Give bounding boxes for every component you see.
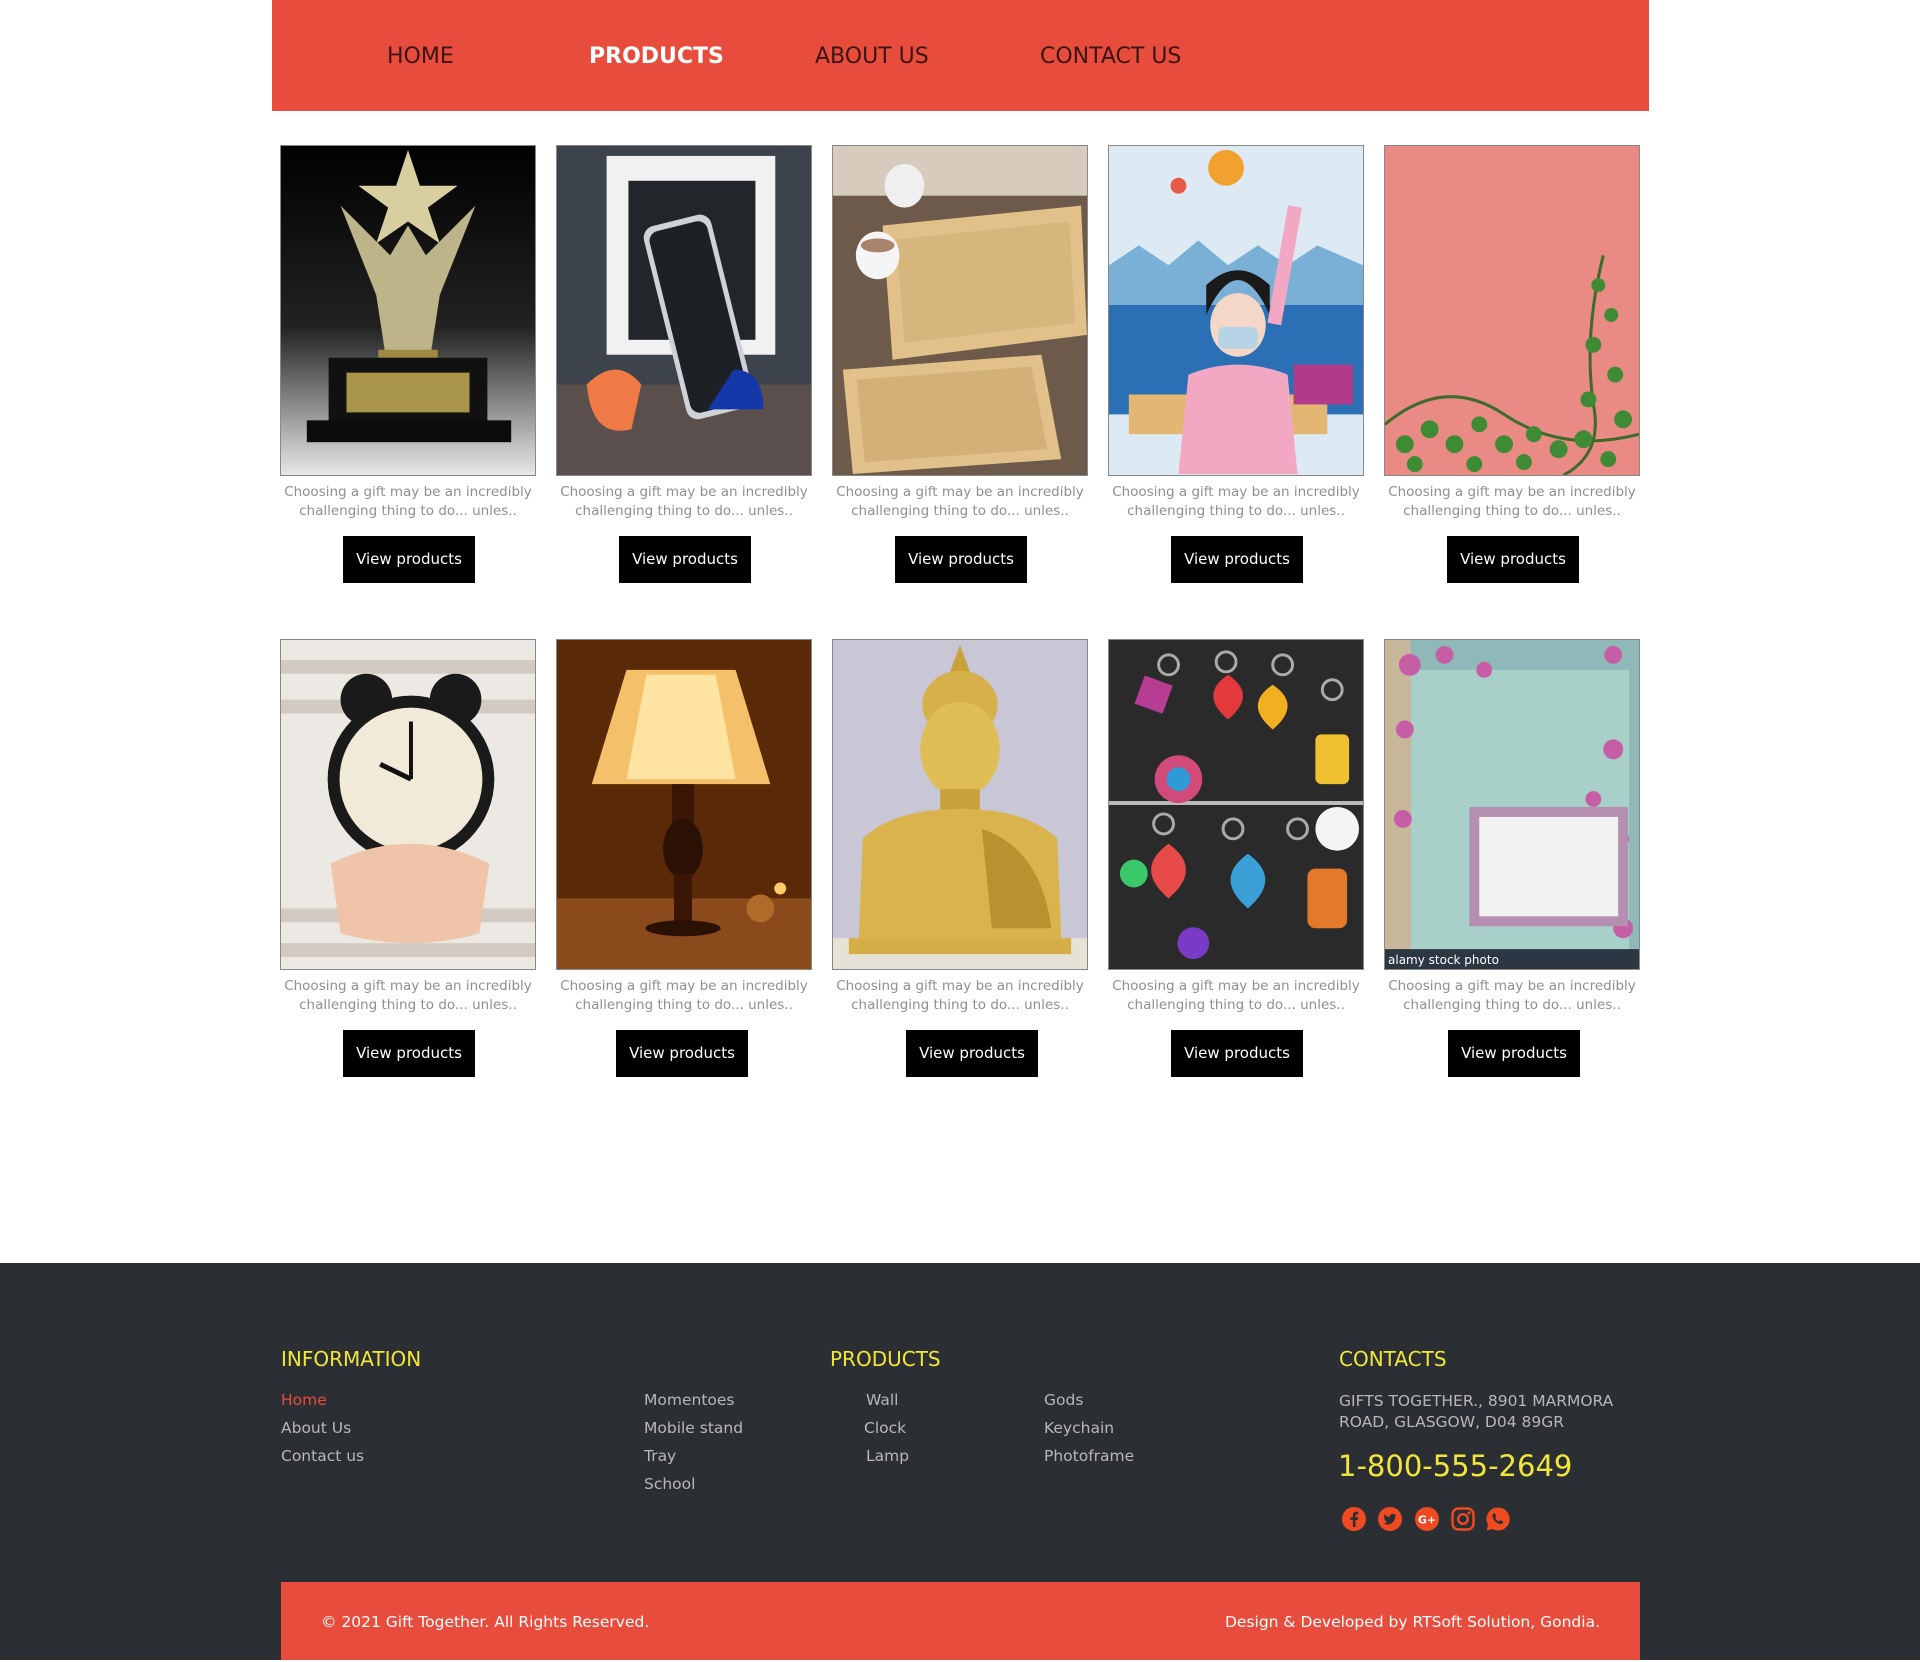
contacts-heading: CONTACTS: [1339, 1347, 1447, 1371]
view-products-button[interactable]: View products: [616, 1030, 748, 1077]
google-plus-icon[interactable]: G+: [1414, 1506, 1440, 1532]
copyright-text: © 2021 Gift Together. All Rights Reserve…: [321, 1613, 650, 1631]
nav-products[interactable]: PRODUCTS: [589, 0, 724, 111]
copyright-bar: © 2021 Gift Together. All Rights Reserve…: [281, 1582, 1640, 1660]
svg-text:G+: G+: [1418, 1514, 1436, 1527]
footer-link-school[interactable]: School: [644, 1475, 695, 1493]
nav-home[interactable]: HOME: [387, 0, 454, 111]
school-image[interactable]: [1108, 145, 1364, 476]
view-products-button[interactable]: View products: [895, 536, 1027, 583]
view-products-button[interactable]: View products: [1448, 1030, 1580, 1077]
product-card: alamy stock photo Choosing a gift may be…: [1384, 639, 1640, 1077]
product-card: Choosing a gift may be an incredibly cha…: [832, 145, 1088, 583]
product-card: Choosing a gift may be an incredibly cha…: [1108, 145, 1364, 583]
photoframe-image[interactable]: alamy stock photo: [1384, 639, 1640, 970]
footer-link-keychain[interactable]: Keychain: [1044, 1419, 1114, 1437]
footer-link-mobile-stand[interactable]: Mobile stand: [644, 1419, 743, 1437]
facebook-icon[interactable]: [1341, 1506, 1367, 1532]
product-description: Choosing a gift may be an incredibly cha…: [1388, 978, 1636, 1013]
buddha-image[interactable]: [832, 639, 1088, 970]
footer-link-lamp[interactable]: Lamp: [866, 1447, 909, 1465]
footer-link-contact-us[interactable]: Contact us: [281, 1447, 364, 1465]
product-description: Choosing a gift may be an incredibly cha…: [284, 978, 532, 1013]
twitter-icon[interactable]: [1377, 1506, 1403, 1532]
footer-link-tray[interactable]: Tray: [644, 1447, 676, 1465]
trophy-image[interactable]: [280, 145, 536, 476]
main-nav: HOME PRODUCTS ABOUT US CONTACT US: [272, 0, 1649, 111]
product-description: Choosing a gift may be an incredibly cha…: [836, 484, 1084, 519]
company-address: GIFTS TOGETHER., 8901 MARMORA ROAD, GLAS…: [1339, 1392, 1614, 1431]
lamp-image[interactable]: [556, 639, 812, 970]
view-products-button[interactable]: View products: [343, 536, 475, 583]
wall-image[interactable]: [1384, 145, 1640, 476]
product-description: Choosing a gift may be an incredibly cha…: [284, 484, 532, 519]
product-description: Choosing a gift may be an incredibly cha…: [560, 484, 808, 519]
alamy-watermark: alamy stock photo: [1388, 953, 1499, 967]
product-description: Choosing a gift may be an incredibly cha…: [1388, 484, 1636, 519]
view-products-button[interactable]: View products: [1171, 536, 1303, 583]
whatsapp-icon[interactable]: [1485, 1506, 1511, 1532]
product-card: Choosing a gift may be an incredibly cha…: [280, 145, 536, 583]
instagram-icon[interactable]: [1450, 1506, 1476, 1532]
product-card: Choosing a gift may be an incredibly cha…: [1384, 145, 1640, 583]
products-heading: PRODUCTS: [830, 1347, 941, 1371]
product-card: Choosing a gift may be an incredibly cha…: [1108, 639, 1364, 1077]
product-description: Choosing a gift may be an incredibly cha…: [560, 978, 808, 1013]
mobile-stand-image[interactable]: [556, 145, 812, 476]
keychain-image[interactable]: [1108, 639, 1364, 970]
tray-image[interactable]: [832, 145, 1088, 476]
product-card: Choosing a gift may be an incredibly cha…: [832, 639, 1088, 1077]
product-card: Choosing a gift may be an incredibly cha…: [556, 639, 812, 1077]
information-heading: INFORMATION: [281, 1347, 422, 1371]
view-products-button[interactable]: View products: [619, 536, 751, 583]
product-description: Choosing a gift may be an incredibly cha…: [836, 978, 1084, 1013]
footer-link-home[interactable]: Home: [281, 1391, 327, 1409]
phone-number[interactable]: 1-800-555-2649: [1338, 1449, 1572, 1483]
site-footer: INFORMATION Home About Us Contact us Mom…: [0, 1263, 1920, 1660]
footer-link-photoframe[interactable]: Photoframe: [1044, 1447, 1134, 1465]
view-products-button[interactable]: View products: [906, 1030, 1038, 1077]
footer-link-wall[interactable]: Wall: [866, 1391, 898, 1409]
product-card: Choosing a gift may be an incredibly cha…: [556, 145, 812, 583]
product-description: Choosing a gift may be an incredibly cha…: [1112, 978, 1360, 1013]
developer-credit: Design & Developed by RTSoft Solution, G…: [1224, 1613, 1600, 1631]
footer-link-momentoes[interactable]: Momentoes: [644, 1391, 735, 1409]
view-products-button[interactable]: View products: [1171, 1030, 1303, 1077]
clock-image[interactable]: [280, 639, 536, 970]
footer-link-clock[interactable]: Clock: [864, 1419, 906, 1437]
footer-link-gods[interactable]: Gods: [1044, 1391, 1083, 1409]
nav-about-us[interactable]: ABOUT US: [815, 0, 929, 111]
footer-link-about-us[interactable]: About Us: [281, 1419, 351, 1437]
product-card: Choosing a gift may be an incredibly cha…: [280, 639, 536, 1077]
view-products-button[interactable]: View products: [1447, 536, 1579, 583]
product-description: Choosing a gift may be an incredibly cha…: [1112, 484, 1360, 519]
nav-contact-us[interactable]: CONTACT US: [1040, 0, 1181, 111]
view-products-button[interactable]: View products: [343, 1030, 475, 1077]
